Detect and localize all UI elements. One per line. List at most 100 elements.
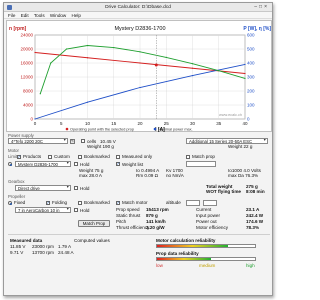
measured-voltage: 11.85 V (10, 244, 26, 249)
data-point (191, 63, 194, 65)
prop-speed-value: 15413 rpm (146, 207, 169, 212)
measured-current: 1.79 A (58, 244, 72, 249)
title-bar: Drive Calculator: D:\Dbase.dcd –□× (4, 3, 272, 12)
bookmarked-checkbox[interactable] (78, 154, 82, 159)
power-supply-select[interactable]: 4*Tefo 2200 20C (8, 138, 68, 144)
data-point (86, 44, 89, 47)
prop-bookmarked-label: Bookmarked (84, 200, 110, 205)
products-checkbox[interactable] (17, 154, 21, 160)
computed-values-label: Computed values (74, 238, 110, 243)
custom-label: Custom (54, 154, 70, 159)
gearbox-select[interactable]: Direct drive (15, 185, 71, 191)
wot-value: 8:08 min (246, 189, 265, 194)
menu-file[interactable]: File (8, 13, 15, 18)
cells-checkbox[interactable] (81, 139, 85, 143)
data-point (113, 47, 115, 49)
gearbox-hold-checkbox[interactable] (74, 186, 78, 190)
y-right-tick-label: 400 (247, 61, 255, 66)
data-point (244, 77, 246, 79)
limit-label: Limit (8, 154, 18, 159)
data-point (86, 101, 89, 103)
motor-radio[interactable] (8, 161, 12, 166)
static-thrust-value: 879 g (146, 213, 158, 218)
weight-list-checkbox[interactable] (116, 161, 120, 167)
data-point (139, 62, 141, 64)
fixed-radio[interactable] (8, 200, 12, 205)
match-motor-checkbox[interactable] (116, 200, 120, 206)
esc-weight: Weight 22 g (228, 144, 253, 149)
y-left-tick-label: 16000 (20, 61, 33, 66)
motor-torque: no Nm/A (166, 173, 184, 178)
data-point (139, 51, 141, 53)
data-point (34, 51, 36, 54)
cells-voltage: 10.45 V (100, 138, 116, 144)
menu-edit[interactable]: Edit (21, 13, 29, 18)
custom-checkbox[interactable] (48, 154, 52, 159)
data-point (165, 56, 167, 59)
y-right-tick-label: 600 (247, 33, 255, 38)
scale-low-label: low (156, 263, 163, 268)
folding-checkbox[interactable] (46, 200, 50, 206)
menu-window[interactable]: Window (50, 13, 66, 18)
chart-svg: 0 5 10 15 20 25 30 35 40040008000120001600020000… (9, 26, 271, 133)
data-point (65, 48, 68, 50)
data-point (244, 63, 246, 65)
battery-weight: Weight 190 g (87, 144, 114, 149)
propeller-label: Propeller (8, 194, 26, 199)
chart-watermark: www.ecalc.ch (219, 113, 242, 117)
data-point (50, 62, 52, 64)
scale-medium-label: medium (199, 263, 216, 268)
menu-tools[interactable]: Tools (34, 13, 45, 18)
fixed-label: Fixed (14, 200, 26, 205)
data-point (191, 67, 194, 69)
menu-help[interactable]: Help (72, 13, 81, 18)
performance-chart: 0 5 10 15 20 25 30 35 40 0 4000 8000 12000 16000 20000… (6, 20, 272, 133)
measured-only-checkbox[interactable] (116, 154, 120, 159)
y-left-tick-label: 8000 (23, 89, 34, 94)
y-left-tick-label: 12000 (20, 75, 33, 80)
data-point (191, 75, 194, 77)
altitude-input[interactable] (186, 199, 200, 206)
edit-icon[interactable]: ✎ (70, 138, 75, 144)
motor-hold-label: Hold (80, 161, 90, 167)
prop-select[interactable]: 7 in AeroCarbon 10 in (15, 207, 71, 213)
chart-title: Mystery D2836-1700 (114, 26, 165, 32)
motor-max-current: max 28.0 A (79, 173, 102, 178)
prop-speed-label: Prop speed (116, 207, 140, 212)
input-power-value: 242.4 W (246, 213, 264, 218)
match-prop-button[interactable]: Match Prop (78, 220, 110, 227)
x-tick-label: 40 (242, 121, 248, 126)
motor-filter-input[interactable] (186, 161, 216, 167)
y-right-tick-label: 0 (247, 117, 250, 122)
motor-label: Motor (8, 148, 19, 153)
prop-hold-checkbox[interactable] (74, 208, 78, 212)
match-prop-label: Match prop (192, 154, 215, 159)
y-right-axis-label: P [W], η [%] (243, 26, 271, 32)
measured-current: 24.48 A (58, 250, 74, 255)
measured-only-label: Measured only (122, 154, 153, 159)
y-left-tick-label: 24000 (20, 33, 33, 38)
motor-select[interactable]: Mystery D2836-1700 (15, 161, 71, 167)
input-power-label: Input power (196, 213, 221, 218)
legend-marker-nominal (153, 127, 157, 131)
x-tick-label: 30 (190, 121, 196, 126)
x-tick-label: 20 (137, 121, 143, 126)
esc-select[interactable]: Additional 15 Series 20-50A ESC (186, 138, 268, 144)
window-controls[interactable]: –□× (254, 4, 269, 10)
match-prop-checkbox[interactable] (186, 154, 190, 159)
weight-list-label: Weight list (122, 161, 144, 167)
operating-point-marker (154, 63, 158, 67)
close-icon[interactable]: × (264, 4, 269, 10)
prop-bookmarked-checkbox[interactable] (78, 201, 82, 205)
measured-voltage: 9.71 V (10, 250, 24, 255)
power-out-value: 174.6 W (246, 219, 264, 224)
data-point (86, 57, 89, 59)
wot-label: WOT flying time (206, 189, 241, 194)
folding-label: Folding (52, 200, 68, 205)
static-thrust-label: Static thrust (116, 213, 141, 218)
y-left-axis-label: n [rpm] (9, 26, 27, 32)
app-window: Drive Calculator: D:\Dbase.dcd –□× File … (3, 2, 273, 296)
motor-hold-checkbox[interactable] (74, 162, 78, 166)
y-left-tick-label: 4000 (23, 103, 34, 108)
temperature-input[interactable] (203, 199, 217, 206)
